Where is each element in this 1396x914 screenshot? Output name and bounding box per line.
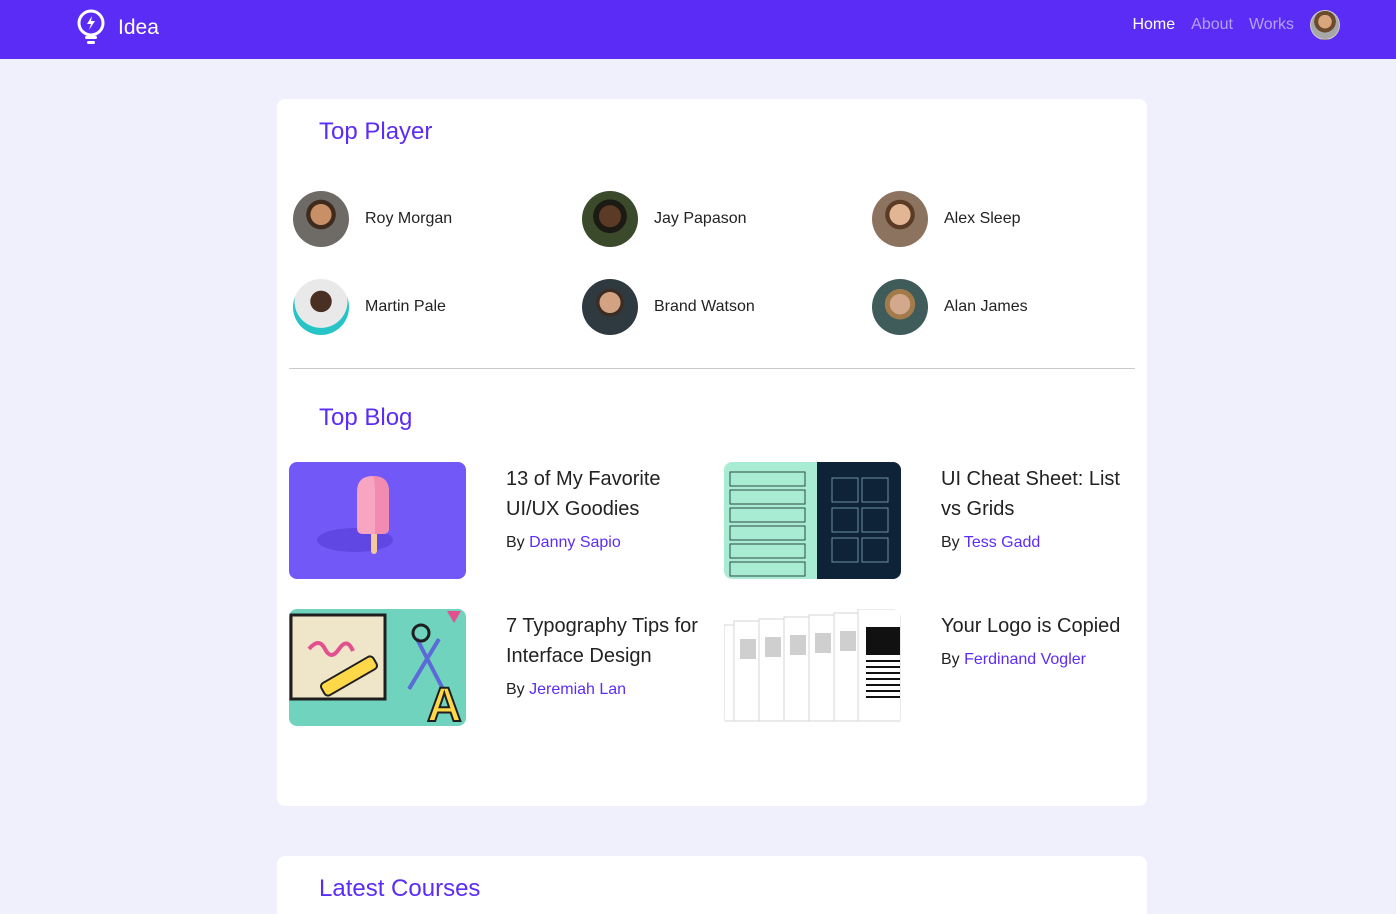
lightbulb-logo-icon bbox=[77, 9, 105, 44]
popsicle-illustration-icon bbox=[317, 476, 393, 554]
player-item[interactable]: Martin Pale bbox=[293, 279, 446, 335]
blog-title[interactable]: UI Cheat Sheet: List vs Grids bbox=[941, 464, 1141, 524]
blog-thumbnail bbox=[724, 609, 901, 726]
nav-home[interactable]: Home bbox=[1132, 16, 1175, 34]
player-name: Brand Watson bbox=[654, 298, 755, 315]
blog-title[interactable]: Your Logo is Copied bbox=[941, 611, 1141, 641]
player-item[interactable]: Alex Sleep bbox=[872, 191, 1021, 247]
player-avatar bbox=[582, 279, 638, 335]
author-prefix: By bbox=[506, 534, 525, 551]
top-navbar: Idea Home About Works bbox=[0, 0, 1396, 59]
player-avatar bbox=[582, 191, 638, 247]
courses-card: Latest Courses bbox=[277, 856, 1147, 914]
author-prefix: By bbox=[941, 651, 960, 668]
main-card: Top Player Roy Morgan Jay Papason Alex S… bbox=[277, 99, 1147, 806]
player-avatar bbox=[293, 191, 349, 247]
svg-text:A: A bbox=[427, 679, 462, 726]
player-item[interactable]: Alan James bbox=[872, 279, 1028, 335]
blog-thumbnail: A bbox=[289, 609, 466, 726]
section-divider bbox=[289, 368, 1135, 369]
player-item[interactable]: Jay Papason bbox=[582, 191, 747, 247]
player-avatar bbox=[872, 191, 928, 247]
blog-card[interactable]: UI Cheat Sheet: List vs Grids By Tess Ga… bbox=[724, 462, 1154, 579]
player-avatar bbox=[293, 279, 349, 335]
blog-author: By Jeremiah Lan bbox=[506, 681, 706, 699]
top-blog-title: Top Blog bbox=[319, 404, 413, 431]
player-avatar bbox=[872, 279, 928, 335]
player-name: Alan James bbox=[944, 298, 1028, 315]
typography-illustration-icon: A bbox=[289, 611, 463, 726]
blog-author: By Ferdinand Vogler bbox=[941, 651, 1141, 669]
blog-card[interactable]: Your Logo is Copied By Ferdinand Vogler bbox=[724, 609, 1154, 726]
brand[interactable]: Idea bbox=[74, 8, 159, 48]
copied-logo-illustration-icon bbox=[724, 609, 901, 722]
blog-card[interactable]: A 7 Typography Tips for Interface Design… bbox=[289, 609, 719, 726]
player-name: Alex Sleep bbox=[944, 210, 1021, 227]
blog-card[interactable]: 13 of My Favorite UI/UX Goodies By Danny… bbox=[289, 462, 719, 579]
latest-courses-title: Latest Courses bbox=[319, 875, 481, 902]
blog-title[interactable]: 7 Typography Tips for Interface Design bbox=[506, 611, 706, 671]
blog-author: By Tess Gadd bbox=[941, 534, 1141, 552]
list-vs-grid-illustration-icon bbox=[724, 462, 901, 579]
top-player-title: Top Player bbox=[319, 118, 433, 145]
main-nav: Home About Works bbox=[1116, 10, 1340, 40]
nav-about[interactable]: About bbox=[1191, 16, 1233, 34]
player-name: Jay Papason bbox=[654, 210, 747, 227]
author-prefix: By bbox=[506, 681, 525, 698]
player-name: Roy Morgan bbox=[365, 210, 453, 227]
user-avatar[interactable] bbox=[1310, 10, 1340, 40]
player-name: Martin Pale bbox=[365, 298, 446, 315]
brand-name: Idea bbox=[118, 16, 159, 39]
blog-thumbnail bbox=[289, 462, 466, 579]
player-item[interactable]: Roy Morgan bbox=[293, 191, 452, 247]
author-link[interactable]: Danny Sapio bbox=[529, 534, 621, 551]
blog-author: By Danny Sapio bbox=[506, 534, 706, 552]
blog-title[interactable]: 13 of My Favorite UI/UX Goodies bbox=[506, 464, 706, 524]
author-prefix: By bbox=[941, 534, 960, 551]
author-link[interactable]: Jeremiah Lan bbox=[529, 681, 626, 698]
nav-works[interactable]: Works bbox=[1249, 16, 1294, 34]
player-item[interactable]: Brand Watson bbox=[582, 279, 755, 335]
author-link[interactable]: Tess Gadd bbox=[964, 534, 1040, 551]
author-link[interactable]: Ferdinand Vogler bbox=[964, 651, 1086, 668]
blog-thumbnail bbox=[724, 462, 901, 579]
